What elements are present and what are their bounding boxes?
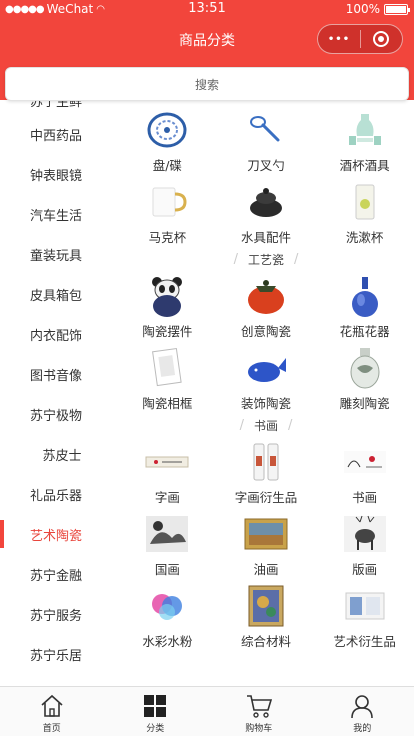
cup-icon <box>342 180 388 224</box>
grid-icon <box>141 692 169 720</box>
grid-row: 马克杯 水具配件 洗漱杯 <box>118 176 414 248</box>
grid-row: 陶瓷相框 装饰陶瓷 雕刻陶瓷 <box>118 342 414 414</box>
tab-category[interactable]: 分类 <box>104 687 208 736</box>
sidebar-item[interactable]: 苏宁生鲜 <box>0 100 118 114</box>
home-icon <box>38 692 66 720</box>
guohua-icon <box>144 512 190 556</box>
sidebar-item[interactable]: 汽车生活 <box>0 194 118 234</box>
tab-bar: 首页 分类 购物车 我的 <box>0 686 414 736</box>
deer-print-icon <box>342 512 388 556</box>
category-cell[interactable]: 艺术衍生品 <box>315 580 414 652</box>
close-mini-program-icon[interactable] <box>361 31 402 47</box>
category-cell[interactable]: 国画 <box>118 508 217 580</box>
category-cell[interactable]: 陶瓷相框 <box>118 342 217 414</box>
category-cell[interactable]: 陶瓷摆件 <box>118 270 217 342</box>
art-box-icon <box>342 584 388 628</box>
sidebar-item[interactable]: 苏宁金融 <box>0 554 118 594</box>
carved-vase-icon <box>342 346 388 390</box>
sidebar-item[interactable]: 苏宁服务 <box>0 594 118 634</box>
category-cell[interactable]: 版画 <box>315 508 414 580</box>
category-sidebar: 苏宁生鲜 中西药品 钟表眼镜 汽车生活 童装玩具 皮具箱包 内衣配饰 图书音像 … <box>0 100 118 686</box>
tab-profile[interactable]: 我的 <box>311 687 414 736</box>
wine-set-icon <box>342 108 388 152</box>
sidebar-item[interactable]: 图书音像 <box>0 354 118 394</box>
category-cell[interactable]: 刀叉勺 <box>217 100 316 176</box>
battery-percent: 100% <box>345 2 380 16</box>
category-cell[interactable]: 水具配件 <box>217 176 316 248</box>
spoon-icon <box>243 108 289 152</box>
more-icon[interactable]: ••• <box>318 34 360 45</box>
sidebar-item[interactable]: 皮具箱包 <box>0 274 118 314</box>
mini-program-capsule: ••• <box>317 24 403 54</box>
category-cell[interactable]: 盘/碟 <box>118 100 217 176</box>
category-cell[interactable]: 装饰陶瓷 <box>217 342 316 414</box>
oil-painting-icon <box>243 512 289 556</box>
sidebar-item[interactable]: 礼品乐器 <box>0 474 118 514</box>
mug-icon <box>144 180 190 224</box>
sidebar-item[interactable]: 苏宁极物 <box>0 394 118 434</box>
user-icon <box>348 692 376 720</box>
section-title: / 工艺瓷 / <box>233 251 299 267</box>
persimmon-icon <box>243 274 289 318</box>
tab-cart[interactable]: 购物车 <box>207 687 311 736</box>
grid-row: 字画 字画衍生品 书画 <box>118 436 414 508</box>
teapot-icon <box>243 180 289 224</box>
whale-icon <box>243 346 289 390</box>
category-cell[interactable]: 花瓶花器 <box>315 270 414 342</box>
category-cell[interactable]: 字画衍生品 <box>217 436 316 508</box>
category-cell[interactable]: 马克杯 <box>118 176 217 248</box>
category-cell[interactable]: 油画 <box>217 508 316 580</box>
status-bar: ●●●●● WeChat ◠ 13:51 100% <box>0 0 414 20</box>
sidebar-item[interactable]: 钟表眼镜 <box>0 154 118 194</box>
sidebar-item-active[interactable]: 艺术陶瓷 <box>0 514 118 554</box>
photo-frame-icon <box>144 346 190 390</box>
grid-row: 陶瓷摆件 创意陶瓷 花瓶花器 <box>118 270 414 342</box>
painting-bottle-icon <box>243 440 289 484</box>
search-input[interactable]: 搜索 <box>5 67 409 101</box>
battery-icon <box>384 3 410 15</box>
tab-home[interactable]: 首页 <box>0 687 104 736</box>
sidebar-item[interactable]: 苏宁乐居 <box>0 634 118 674</box>
category-cell[interactable]: 酒杯酒具 <box>315 100 414 176</box>
panda-figurine-icon <box>144 274 190 318</box>
category-cell[interactable]: 字画 <box>118 436 217 508</box>
grid-row: 盘/碟 刀叉勺 酒杯酒具 <box>118 100 414 176</box>
category-cell[interactable]: 综合材料 <box>217 580 316 652</box>
category-cell[interactable]: 雕刻陶瓷 <box>315 342 414 414</box>
category-grid: 盘/碟 刀叉勺 酒杯酒具 马克杯 水具配件 洗漱杯 / 工艺瓷 / 陶瓷摆件 创… <box>118 100 414 686</box>
scroll-painting-icon <box>144 440 190 484</box>
sidebar-item[interactable]: 苏皮士 <box>0 434 118 474</box>
grid-row: 国画 油画 版画 <box>118 508 414 580</box>
nav-bar: 商品分类 ••• <box>0 20 414 62</box>
vase-icon <box>342 274 388 318</box>
mixed-media-icon <box>243 584 289 628</box>
sidebar-item[interactable]: 中西药品 <box>0 114 118 154</box>
ink-painting-icon <box>342 440 388 484</box>
category-cell[interactable]: 书画 <box>315 436 414 508</box>
grid-row: 水彩水粉 综合材料 艺术衍生品 <box>118 580 414 652</box>
category-cell[interactable]: 洗漱杯 <box>315 176 414 248</box>
cart-icon <box>245 692 273 720</box>
watercolor-icon <box>144 584 190 628</box>
category-cell[interactable]: 创意陶瓷 <box>217 270 316 342</box>
section-title: / 书画 / <box>239 417 293 433</box>
plate-icon <box>144 108 190 152</box>
category-cell[interactable]: 水彩水粉 <box>118 580 217 652</box>
sidebar-item[interactable]: 童装玩具 <box>0 234 118 274</box>
sidebar-item[interactable]: 内衣配饰 <box>0 314 118 354</box>
